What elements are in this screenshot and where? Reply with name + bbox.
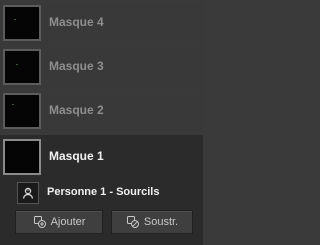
mask-label: Masque 4	[49, 15, 104, 29]
mask-row-4[interactable]: Masque 4	[0, 3, 203, 45]
mask-thumbnail	[3, 139, 41, 175]
add-button-label: Ajouter	[50, 216, 86, 228]
mask-thumbnail	[3, 93, 41, 129]
mask-panel: Masque 4 Masque 3 Masque 2 Masque 1 Pers…	[0, 0, 203, 245]
mask-thumbnail	[3, 49, 41, 85]
subtract-button-label: Soustr.	[143, 216, 179, 228]
mask-row-1[interactable]: Masque 1	[0, 135, 203, 179]
add-button[interactable]: Ajouter	[15, 210, 103, 234]
add-mask-icon	[33, 215, 47, 229]
mask-label: Masque 3	[49, 59, 104, 73]
mask-row-2[interactable]: Masque 2	[0, 91, 203, 133]
mask-thumbnail	[3, 5, 41, 41]
sub-mask-label: Personne 1 - Sourcils	[47, 186, 160, 198]
mask-label: Masque 2	[49, 103, 104, 117]
subtract-button[interactable]: Soustr.	[111, 210, 193, 234]
person-icon	[17, 182, 39, 204]
button-bar: Ajouter Soustr.	[0, 206, 203, 245]
subtract-mask-icon	[126, 215, 140, 229]
mask-label: Masque 1	[49, 149, 104, 163]
mask-row-3[interactable]: Masque 3	[0, 47, 203, 89]
sub-mask-item[interactable]: Personne 1 - Sourcils	[0, 179, 203, 206]
